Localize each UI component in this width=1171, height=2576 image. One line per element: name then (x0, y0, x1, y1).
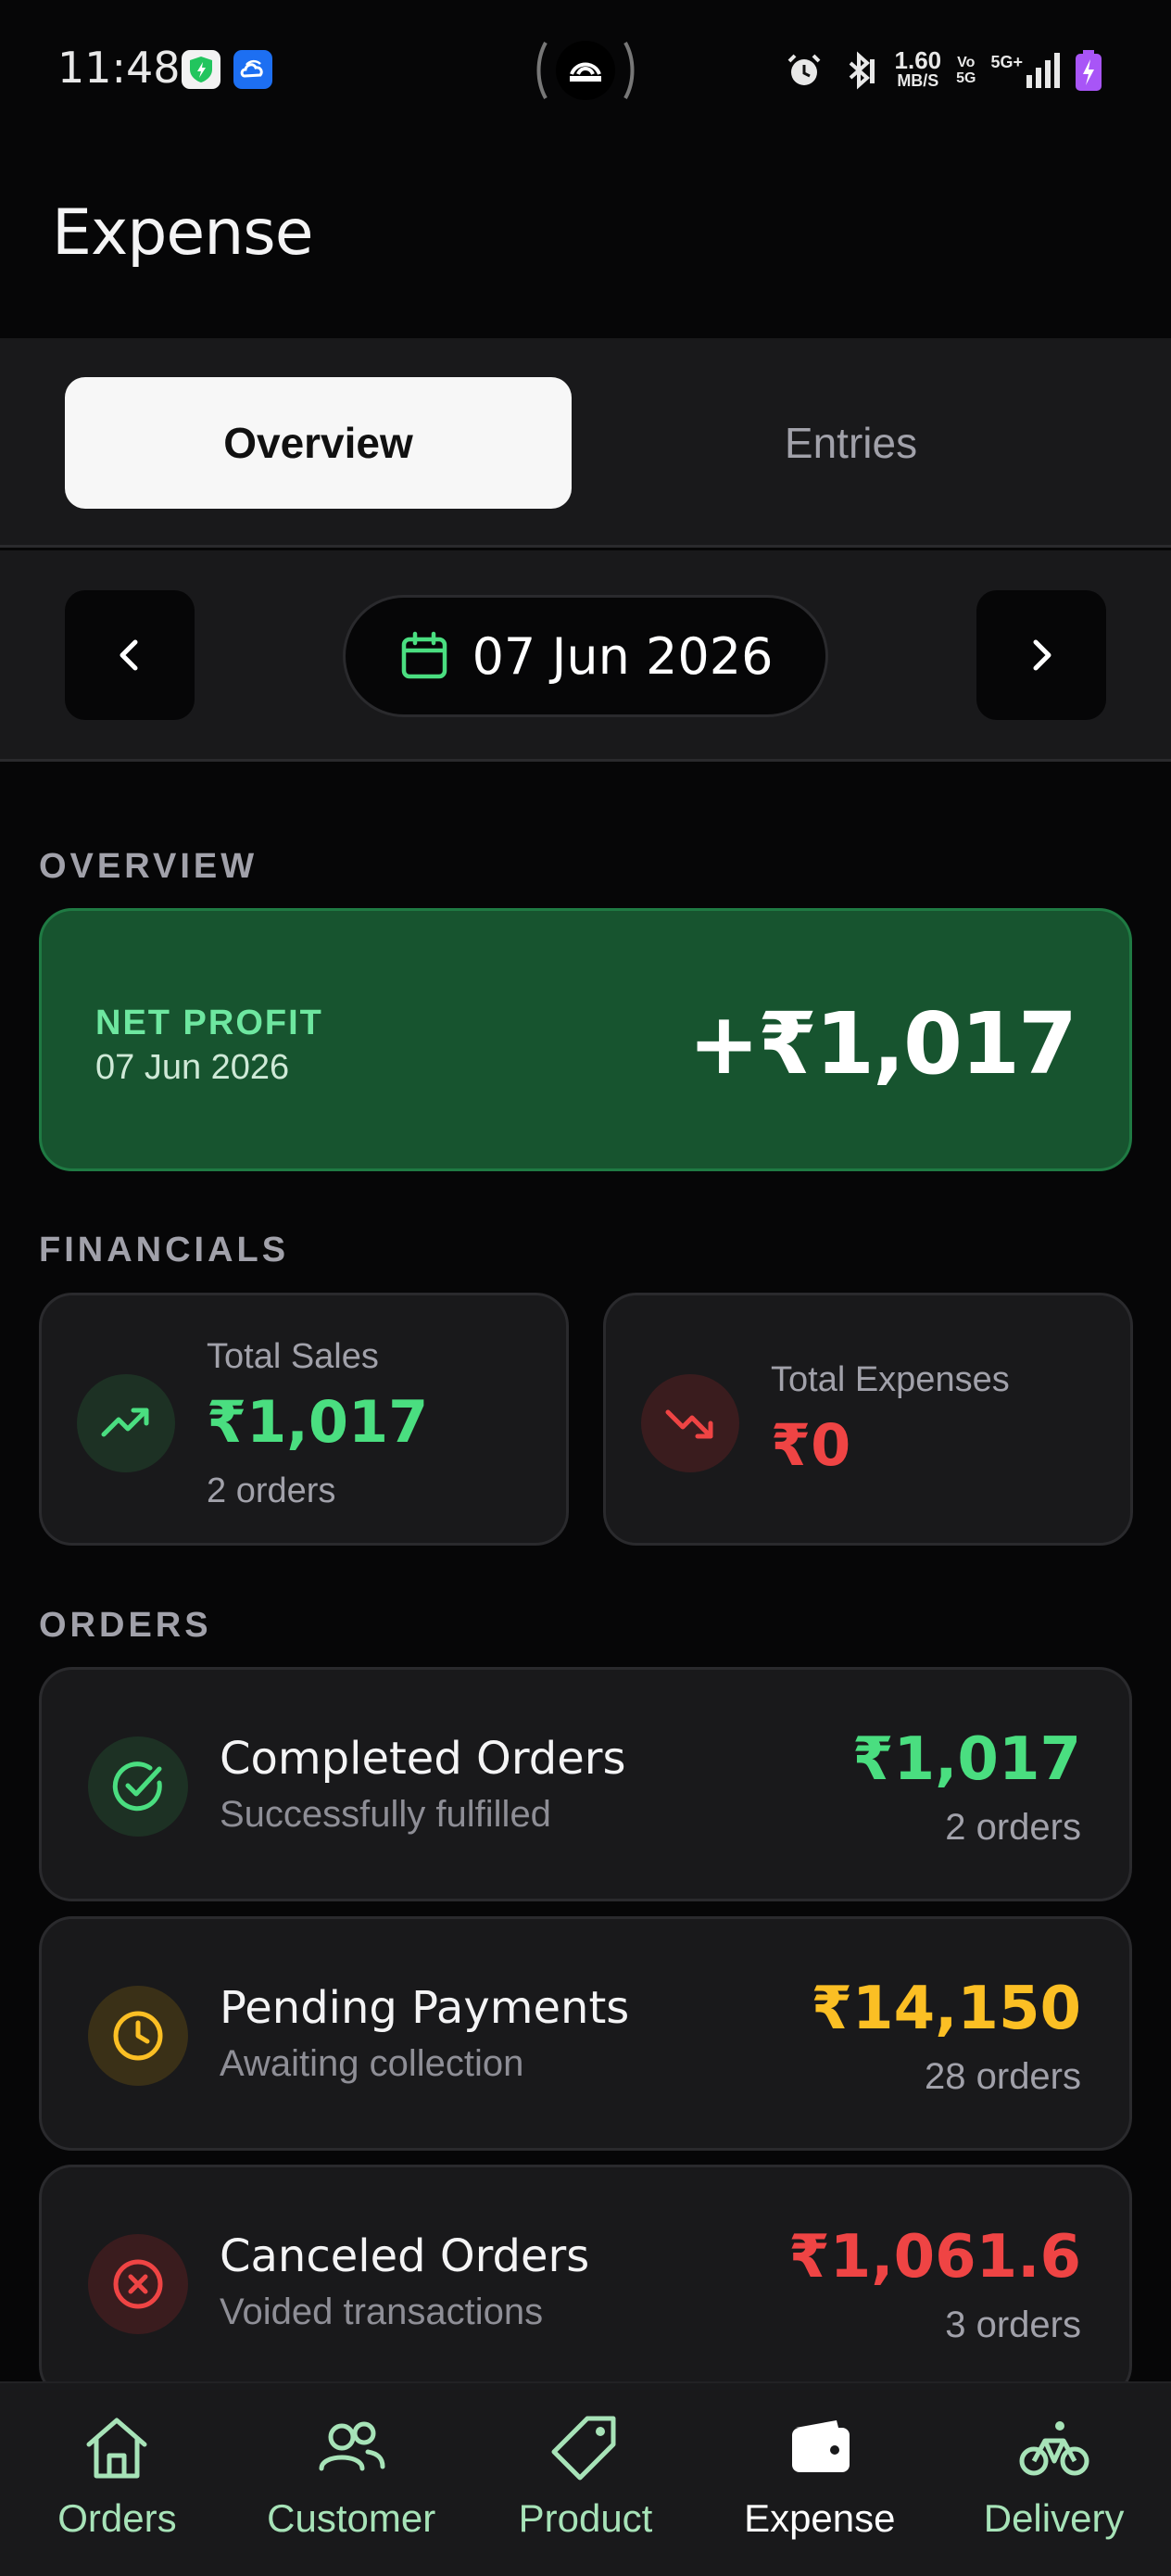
total-expenses-amount: ₹0 (771, 1411, 851, 1479)
tab-bar: Overview Entries (0, 338, 1171, 548)
canceled-orders-title: Canceled Orders (220, 2230, 590, 2282)
total-sales-amount: ₹1,017 (207, 1388, 429, 1456)
total-expenses-title: Total Expenses (771, 1360, 1010, 1399)
tab-entries[interactable]: Entries (598, 377, 1104, 509)
users-icon (319, 2421, 385, 2471)
pending-payments-desc: Awaiting collection (220, 2043, 524, 2084)
nav-delivery-label: Delivery (983, 2496, 1125, 2540)
bluetooth-icon (849, 51, 875, 90)
next-date-button[interactable] (976, 590, 1106, 720)
pending-payments-count: 28 orders (925, 2056, 1081, 2097)
chevron-left-icon (120, 639, 138, 671)
section-label-overview: OVERVIEW (39, 847, 258, 886)
network-speed: 1.60 MB/S (895, 48, 942, 91)
wallet-icon (791, 2420, 850, 2472)
alarm-icon (787, 54, 820, 85)
canceled-orders-desc: Voided transactions (220, 2292, 544, 2332)
canceled-orders-amount: ₹1,061.6 (788, 2223, 1081, 2292)
section-label-orders: ORDERS (39, 1606, 212, 1645)
status-icons: 1.60 MB/S Vo 5G 5G+ (784, 44, 1102, 96)
bicycle-icon (1019, 2421, 1089, 2476)
chevron-right-icon (1033, 639, 1051, 671)
volte-bottom: 5G (956, 70, 976, 86)
completed-orders-amount: ₹1,017 (852, 1725, 1081, 1794)
tab-overview[interactable]: Overview (65, 377, 572, 509)
nav-customer[interactable]: Customer (234, 2383, 469, 2576)
check-circle-icon (88, 1736, 188, 1837)
battery-charging-icon (1076, 50, 1102, 91)
pending-payments-title: Pending Payments (220, 1982, 630, 2034)
nav-delivery[interactable]: Delivery (937, 2383, 1171, 2576)
status-bar: 11:48 1.60 MB/S Vo 5G 5G+ (0, 0, 1171, 139)
trending-down-icon (641, 1374, 739, 1472)
pending-payments-card[interactable]: Pending Payments Awaiting collection ₹14… (39, 1916, 1132, 2151)
speed-unit: MB/S (897, 71, 939, 90)
trending-up-icon (77, 1374, 175, 1472)
nav-customer-label: Customer (267, 2496, 436, 2540)
date-navigator: 07 Jun 2026 (0, 550, 1171, 762)
net-profit-value: +₹1,017 (687, 994, 1077, 1093)
calendar-icon (401, 631, 447, 679)
net-profit-card: NET PROFIT 07 Jun 2026 +₹1,017 (39, 908, 1132, 1171)
completed-orders-desc: Successfully fulfilled (220, 1794, 551, 1835)
total-sales-card: Total Sales ₹1,017 2 orders (39, 1293, 569, 1546)
selected-date: 07 Jun 2026 (472, 626, 774, 686)
page-title: Expense (52, 196, 314, 270)
signal-icon: 5G+ (990, 53, 1060, 88)
net-profit-label: NET PROFIT (95, 1004, 323, 1042)
nav-product-label: Product (518, 2496, 653, 2540)
cloud-app-icon (233, 50, 272, 89)
pending-payments-amount: ₹14,150 (811, 1975, 1082, 2043)
network-type: 5G+ (990, 53, 1023, 71)
total-sales-title: Total Sales (207, 1337, 379, 1376)
hotspot-indicator-icon (533, 35, 638, 106)
total-sales-orders: 2 orders (207, 1471, 336, 1510)
nav-orders-label: Orders (57, 2496, 177, 2540)
nav-orders[interactable]: Orders (0, 2383, 234, 2576)
completed-orders-title: Completed Orders (220, 1733, 626, 1785)
completed-orders-count: 2 orders (945, 1807, 1081, 1848)
previous-date-button[interactable] (65, 590, 195, 720)
section-label-financials: FINANCIALS (39, 1231, 290, 1269)
total-expenses-card: Total Expenses ₹0 (603, 1293, 1133, 1546)
net-profit-date: 07 Jun 2026 (95, 1048, 290, 1087)
clock-icon (88, 1986, 188, 2086)
shield-app-icon (182, 50, 220, 89)
nav-product[interactable]: Product (469, 2383, 703, 2576)
home-icon (86, 2418, 147, 2479)
nav-expense-label: Expense (744, 2496, 896, 2540)
canceled-orders-card[interactable]: Canceled Orders Voided transactions ₹1,0… (39, 2165, 1132, 2399)
status-time: 11:48 (57, 43, 181, 93)
tag-icon (551, 2416, 616, 2481)
nav-expense[interactable]: Expense (702, 2383, 937, 2576)
volte-indicator: Vo 5G (956, 55, 976, 86)
bottom-navigation: Orders Customer Product Expense Delivery (0, 2381, 1171, 2576)
completed-orders-card[interactable]: Completed Orders Successfully fulfilled … (39, 1667, 1132, 1901)
canceled-orders-count: 3 orders (945, 2305, 1081, 2345)
date-picker-button[interactable]: 07 Jun 2026 (343, 595, 828, 717)
volte-top: Vo (957, 55, 976, 70)
x-circle-icon (88, 2234, 188, 2334)
